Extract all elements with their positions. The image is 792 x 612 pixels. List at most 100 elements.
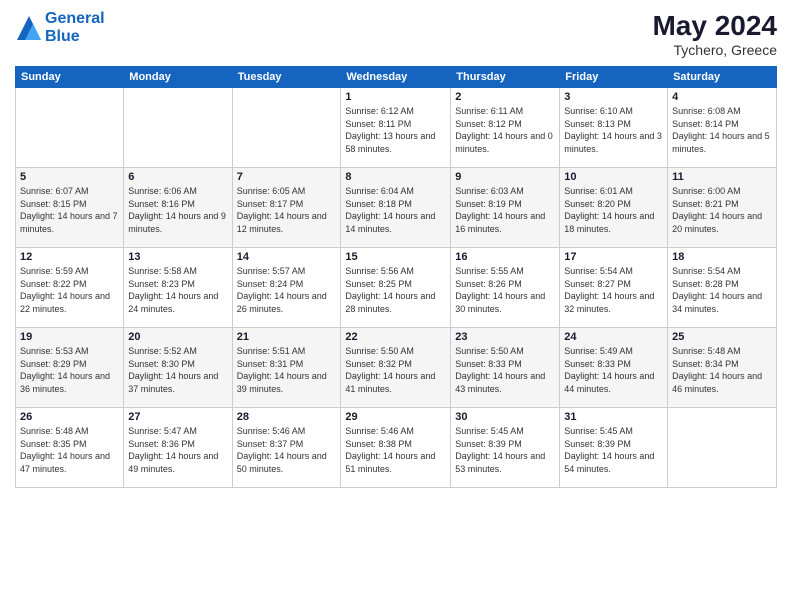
day-number: 19 [20, 331, 119, 343]
day-number: 2 [455, 91, 555, 103]
day-number: 25 [672, 331, 772, 343]
day-number: 9 [455, 171, 555, 183]
cell-w3-d5: 16Sunrise: 5:55 AMSunset: 8:26 PMDayligh… [451, 248, 560, 328]
day-number: 14 [237, 251, 337, 263]
day-info: Sunrise: 6:05 AMSunset: 8:17 PMDaylight:… [237, 185, 337, 235]
day-info: Sunrise: 6:04 AMSunset: 8:18 PMDaylight:… [345, 185, 446, 235]
cell-w4-d6: 24Sunrise: 5:49 AMSunset: 8:33 PMDayligh… [560, 328, 668, 408]
cell-w4-d4: 22 Sunrise: 5:50 AMSunset: 8:32 PMDayligh… [341, 328, 451, 408]
cell-w3-d7: 18 Sunrise: 5:54 AMSunset: 8:28 PMDayligh… [668, 248, 777, 328]
day-number: 27 [128, 411, 227, 423]
cell-w5-d1: 26 Sunrise: 5:48 AMSunset: 8:35 PMDayligh… [16, 408, 124, 488]
day-number: 21 [237, 331, 337, 343]
logo-icon [15, 14, 43, 42]
day-info: Sunrise: 5:57 AMSunset: 8:24 PMDaylight:… [237, 265, 337, 315]
cell-w1-d1 [16, 88, 124, 168]
col-saturday: Saturday [668, 67, 777, 88]
day-number: 29 [345, 411, 446, 423]
cell-w4-d7: 25 Sunrise: 5:48 AMSunset: 8:34 PMDayligh… [668, 328, 777, 408]
day-info: Sunrise: 5:45 AMSunset: 8:39 PMDaylight:… [455, 425, 555, 475]
day-info: Sunrise: 5:54 AMSunset: 8:28 PMDaylight:… [672, 265, 772, 315]
day-info: Sunrise: 6:00 AMSunset: 8:21 PMDaylight:… [672, 185, 772, 235]
cell-w4-d3: 21 Sunrise: 5:51 AMSunset: 8:31 PMDayligh… [232, 328, 341, 408]
cell-w4-d1: 19 Sunrise: 5:53 AMSunset: 8:29 PMDayligh… [16, 328, 124, 408]
day-number: 12 [20, 251, 119, 263]
col-monday: Monday [124, 67, 232, 88]
cell-w5-d6: 31 Sunrise: 5:45 AMSunset: 8:39 PMDayligh… [560, 408, 668, 488]
day-info: Sunrise: 5:59 AMSunset: 8:22 PMDaylight:… [20, 265, 119, 315]
day-number: 10 [564, 171, 663, 183]
day-number: 6 [128, 171, 227, 183]
calendar-table: Sunday Monday Tuesday Wednesday Thursday… [15, 66, 777, 488]
cell-w5-d2: 27 Sunrise: 5:47 AMSunset: 8:36 PMDayligh… [124, 408, 232, 488]
day-number: 31 [564, 411, 663, 423]
cell-w1-d4: 1 Sunrise: 6:12 AMSunset: 8:11 PMDaylight… [341, 88, 451, 168]
cell-w3-d2: 13 Sunrise: 5:58 AMSunset: 8:23 PMDayligh… [124, 248, 232, 328]
day-number: 20 [128, 331, 227, 343]
day-info: Sunrise: 5:47 AMSunset: 8:36 PMDaylight:… [128, 425, 227, 475]
day-number: 8 [345, 171, 446, 183]
day-info: Sunrise: 6:06 AMSunset: 8:16 PMDaylight:… [128, 185, 227, 235]
day-number: 3 [564, 91, 663, 103]
day-info: Sunrise: 5:50 AMSunset: 8:33 PMDaylight:… [455, 345, 555, 395]
day-info: Sunrise: 6:01 AMSunset: 8:20 PMDaylight:… [564, 185, 663, 235]
cell-w3-d6: 17Sunrise: 5:54 AMSunset: 8:27 PMDayligh… [560, 248, 668, 328]
day-info: Sunrise: 6:07 AMSunset: 8:15 PMDaylight:… [20, 185, 119, 235]
day-number: 4 [672, 91, 772, 103]
title-block: May 2024 Tychero, Greece [652, 10, 777, 58]
day-info: Sunrise: 5:52 AMSunset: 8:30 PMDaylight:… [128, 345, 227, 395]
cell-w1-d3 [232, 88, 341, 168]
cell-w3-d3: 14 Sunrise: 5:57 AMSunset: 8:24 PMDayligh… [232, 248, 341, 328]
month-year: May 2024 [652, 10, 777, 42]
day-number: 18 [672, 251, 772, 263]
col-tuesday: Tuesday [232, 67, 341, 88]
week-row-4: 19 Sunrise: 5:53 AMSunset: 8:29 PMDayligh… [16, 328, 777, 408]
day-info: Sunrise: 5:46 AMSunset: 8:37 PMDaylight:… [237, 425, 337, 475]
cell-w1-d7: 4Sunrise: 6:08 AMSunset: 8:14 PMDaylight… [668, 88, 777, 168]
cell-w2-d6: 10 Sunrise: 6:01 AMSunset: 8:20 PMDayligh… [560, 168, 668, 248]
cell-w1-d6: 3 Sunrise: 6:10 AMSunset: 8:13 PMDaylight… [560, 88, 668, 168]
day-info: Sunrise: 5:50 AMSunset: 8:32 PMDaylight:… [345, 345, 446, 395]
day-info: Sunrise: 5:51 AMSunset: 8:31 PMDaylight:… [237, 345, 337, 395]
cell-w2-d1: 5Sunrise: 6:07 AMSunset: 8:15 PMDaylight… [16, 168, 124, 248]
week-row-3: 12 Sunrise: 5:59 AMSunset: 8:22 PMDayligh… [16, 248, 777, 328]
week-row-2: 5Sunrise: 6:07 AMSunset: 8:15 PMDaylight… [16, 168, 777, 248]
day-info: Sunrise: 6:11 AMSunset: 8:12 PMDaylight:… [455, 105, 555, 155]
day-number: 26 [20, 411, 119, 423]
logo-text-line2: Blue [45, 28, 105, 46]
day-number: 11 [672, 171, 772, 183]
cell-w1-d2 [124, 88, 232, 168]
cell-w2-d7: 11 Sunrise: 6:00 AMSunset: 8:21 PMDayligh… [668, 168, 777, 248]
cell-w4-d5: 23 Sunrise: 5:50 AMSunset: 8:33 PMDayligh… [451, 328, 560, 408]
day-info: Sunrise: 5:53 AMSunset: 8:29 PMDaylight:… [20, 345, 119, 395]
day-number: 23 [455, 331, 555, 343]
day-info: Sunrise: 6:03 AMSunset: 8:19 PMDaylight:… [455, 185, 555, 235]
col-wednesday: Wednesday [341, 67, 451, 88]
cell-w3-d4: 15Sunrise: 5:56 AMSunset: 8:25 PMDayligh… [341, 248, 451, 328]
col-sunday: Sunday [16, 67, 124, 88]
day-number: 17 [564, 251, 663, 263]
day-info: Sunrise: 6:10 AMSunset: 8:13 PMDaylight:… [564, 105, 663, 155]
day-number: 1 [345, 91, 446, 103]
cell-w2-d2: 6 Sunrise: 6:06 AMSunset: 8:16 PMDaylight… [124, 168, 232, 248]
day-info: Sunrise: 5:48 AMSunset: 8:34 PMDaylight:… [672, 345, 772, 395]
col-thursday: Thursday [451, 67, 560, 88]
day-number: 22 [345, 331, 446, 343]
day-number: 13 [128, 251, 227, 263]
header: General Blue May 2024 Tychero, Greece [15, 10, 777, 58]
day-info: Sunrise: 5:58 AMSunset: 8:23 PMDaylight:… [128, 265, 227, 315]
day-info: Sunrise: 5:55 AMSunset: 8:26 PMDaylight:… [455, 265, 555, 315]
day-info: Sunrise: 5:48 AMSunset: 8:35 PMDaylight:… [20, 425, 119, 475]
cell-w5-d5: 30 Sunrise: 5:45 AMSunset: 8:39 PMDayligh… [451, 408, 560, 488]
week-row-5: 26 Sunrise: 5:48 AMSunset: 8:35 PMDayligh… [16, 408, 777, 488]
day-info: Sunrise: 6:12 AMSunset: 8:11 PMDaylight:… [345, 105, 446, 155]
day-info: Sunrise: 5:45 AMSunset: 8:39 PMDaylight:… [564, 425, 663, 475]
week-row-1: 1 Sunrise: 6:12 AMSunset: 8:11 PMDaylight… [16, 88, 777, 168]
cell-w1-d5: 2 Sunrise: 6:11 AMSunset: 8:12 PMDaylight… [451, 88, 560, 168]
logo-text-line1: General [45, 10, 105, 28]
cell-w5-d4: 29Sunrise: 5:46 AMSunset: 8:38 PMDayligh… [341, 408, 451, 488]
location: Tychero, Greece [652, 42, 777, 58]
calendar-header-row: Sunday Monday Tuesday Wednesday Thursday… [16, 67, 777, 88]
cell-w2-d3: 7Sunrise: 6:05 AMSunset: 8:17 PMDaylight… [232, 168, 341, 248]
day-number: 30 [455, 411, 555, 423]
